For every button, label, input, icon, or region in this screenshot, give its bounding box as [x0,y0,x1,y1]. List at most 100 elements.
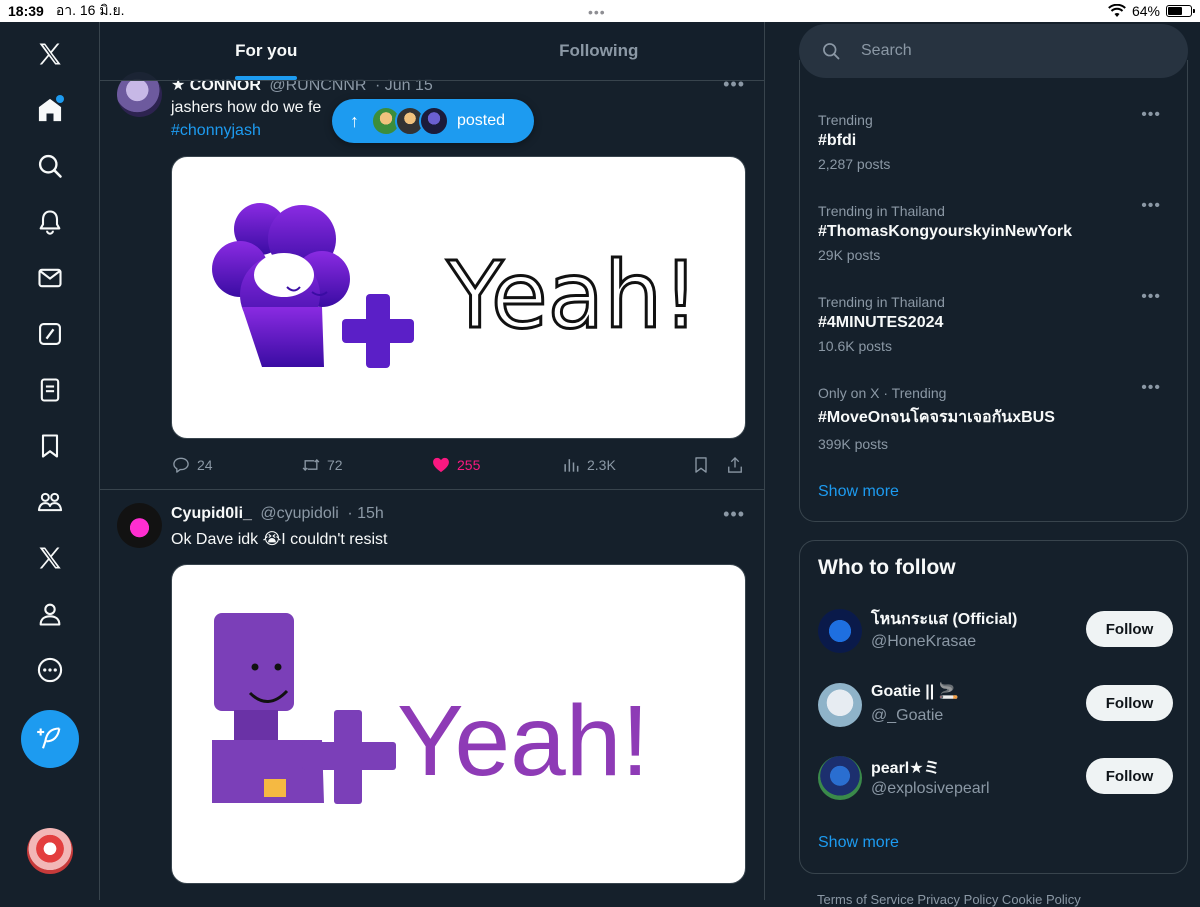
trend-meta: Trending in Thailand [818,294,945,310]
search-icon [823,43,840,60]
suggestion-avatar[interactable] [818,756,862,800]
timeline: ★ CONNOR @RUNCNNR · Jun 15 ••• jashers h… [100,22,765,900]
grok-icon[interactable] [26,310,74,358]
tab-following[interactable]: Following [433,22,765,80]
bookmark-icon[interactable] [26,422,74,470]
follow-suggestion[interactable]: โหนกระแส (Official) @HoneKrasae Follow [818,607,1173,657]
profile-icon[interactable] [26,590,74,638]
status-right: 64% [1108,3,1195,19]
tab-for-you[interactable]: For you [100,22,433,80]
who-to-follow-show-more-link[interactable]: Show more [818,834,899,852]
suggestion-handle[interactable]: @_Goatie [871,707,943,725]
reply-button[interactable]: 24 [171,455,213,475]
post[interactable]: Cyupid0li_ @cyupidoli · 15h ••• Ok Dave … [100,490,764,900]
wifi-icon [1108,4,1126,17]
suggestion-name[interactable]: Goatie || 🚬 [871,681,959,701]
premium-x-icon[interactable] [26,534,74,582]
repost-button[interactable]: 72 [301,455,343,475]
suggestion-name[interactable]: โหนกระแส (Official) [871,607,1017,632]
follow-suggestion[interactable]: Goatie || 🚬 @_Goatie Follow [818,681,1173,731]
feather-plus-icon [37,727,61,749]
battery-icon [1166,5,1195,17]
suggestion-handle[interactable]: @explosivepearl [871,780,990,798]
suggestion-handle[interactable]: @HoneKrasae [871,633,976,651]
trend-item[interactable]: Trending in Thailand #ThomasKongyourskyi… [818,197,1173,263]
trend-tag: #ThomasKongyourskyinNewYork [818,223,1072,240]
left-sidebar [0,22,100,900]
post-media-image[interactable]: Yeah! [171,156,746,439]
heart-filled-icon [433,457,449,473]
envelope-icon[interactable] [26,254,74,302]
more-circle-icon[interactable] [26,646,74,694]
post[interactable]: ★ CONNOR @RUNCNNR · Jun 15 ••• jashers h… [100,22,764,489]
search-input[interactable]: Search [799,24,1188,78]
compose-post-button[interactable] [21,710,79,768]
post-author-handle[interactable]: @cyupidoli [260,505,339,522]
home-icon[interactable] [26,86,74,134]
trends-show-more-link[interactable]: Show more [818,483,899,501]
post-time[interactable]: · 15h [347,505,383,522]
follow-button[interactable]: Follow [1086,611,1173,647]
follow-button[interactable]: Follow [1086,685,1173,721]
lists-icon[interactable] [26,366,74,414]
post-avatar[interactable] [117,503,162,548]
communities-icon[interactable] [26,478,74,526]
trend-tag: #bfdi [818,132,857,149]
status-date: อา. 16 มิ.ย. [55,2,125,18]
trend-item[interactable]: Trending in Thailand #4MINUTES2024 10.6K… [818,288,1173,354]
follow-suggestion[interactable]: pearl★ミ @explosivepearl Follow [818,754,1173,804]
suggestion-avatar[interactable] [818,609,862,653]
x-logo-icon[interactable] [26,30,74,78]
post-hashtag[interactable]: #chonnyjash [171,122,261,140]
trend-item[interactable]: Only on X · Trending #MoveOnจนโคจรมาเจอก… [818,379,1173,452]
trend-count: 2,287 posts [818,156,891,172]
trend-more-button[interactable]: ••• [1141,106,1161,124]
bell-icon[interactable] [26,198,74,246]
trend-more-button[interactable]: ••• [1141,197,1161,215]
trend-count: 10.6K posts [818,338,892,354]
reply-count: 24 [197,457,213,473]
post-header: Cyupid0li_ @cyupidoli · 15h [171,505,384,523]
trend-meta: Trending [818,112,873,128]
trend-more-button[interactable]: ••• [1141,288,1161,306]
multitask-dots[interactable]: ••• [588,4,606,20]
reply-icon [173,457,189,473]
share-button[interactable] [725,455,745,475]
purple-character [212,203,350,367]
yeah-text: Yeah! [397,685,649,797]
yeah-plus-image: Yeah! [212,203,701,368]
home-notification-dot [56,95,64,103]
search-icon[interactable] [26,142,74,190]
post-more-button[interactable]: ••• [723,504,745,525]
search-placeholder: Search [861,42,912,59]
post-author-name[interactable]: Cyupid0li_ [171,505,252,522]
like-button[interactable]: 255 [431,455,480,475]
battery-percent: 64% [1131,3,1160,19]
status-bar: 18:39 อา. 16 มิ.ย. ••• 64% [0,0,1200,22]
follow-button[interactable]: Follow [1086,758,1173,794]
account-avatar[interactable] [27,828,73,874]
bookmark-small-icon [695,457,707,473]
bookmark-button[interactable] [691,455,711,475]
trends-panel: Trending #bfdi 2,287 posts ••• Trending … [799,60,1188,522]
repost-count: 72 [327,457,343,473]
new-posts-pill[interactable]: ↑ posted [332,99,534,143]
suggestion-name[interactable]: pearl★ミ [871,754,940,778]
suggestion-avatar[interactable] [818,683,862,727]
pill-avatar [419,106,449,136]
tab-label: Following [559,41,639,60]
post-media-image[interactable]: Yeah! [171,564,746,884]
active-tab-indicator [235,76,298,80]
trend-more-button[interactable]: ••• [1141,379,1161,397]
trend-tag: #4MINUTES2024 [818,314,944,331]
purple-plus [342,294,414,368]
yeah-plus-image-purple: Yeah! [212,613,649,804]
purple-robot-character [212,613,324,803]
trend-item[interactable]: Trending #bfdi 2,287 posts ••• [818,106,1173,172]
trend-count: 399K posts [818,436,889,452]
like-count: 255 [457,457,481,473]
who-to-follow-title: Who to follow [818,556,956,579]
views-button[interactable]: 2.3K [561,455,616,475]
timeline-tabs: For you Following [100,22,765,81]
trend-count: 29K posts [818,247,881,263]
